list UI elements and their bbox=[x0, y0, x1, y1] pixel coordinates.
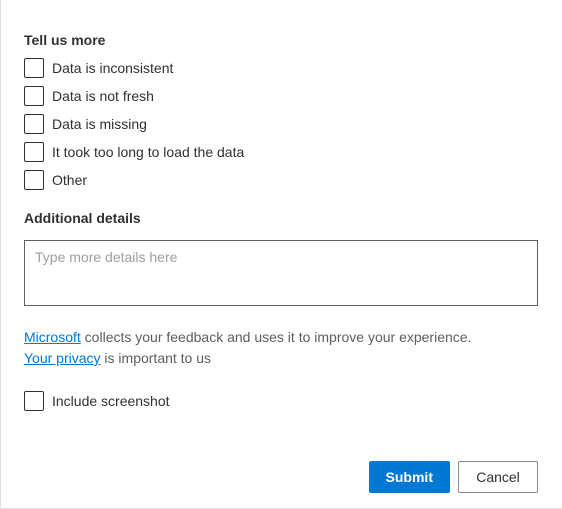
checkbox-icon[interactable] bbox=[24, 114, 44, 134]
option-data-missing[interactable]: Data is missing bbox=[24, 114, 538, 134]
panel-left-border bbox=[0, 0, 1, 509]
option-label: Other bbox=[52, 172, 87, 188]
section-title-additional-details: Additional details bbox=[24, 210, 538, 226]
submit-button[interactable]: Submit bbox=[369, 461, 450, 493]
checkbox-icon[interactable] bbox=[24, 391, 44, 411]
disclaimer-text: Microsoft collects your feedback and use… bbox=[24, 327, 538, 369]
cancel-button[interactable]: Cancel bbox=[458, 461, 538, 493]
section-title-tell-us-more: Tell us more bbox=[24, 32, 538, 48]
option-other[interactable]: Other bbox=[24, 170, 538, 190]
checkbox-icon[interactable] bbox=[24, 142, 44, 162]
feedback-panel: Tell us more Data is inconsistent Data i… bbox=[0, 0, 562, 431]
screenshot-label: Include screenshot bbox=[52, 393, 170, 409]
option-label: Data is inconsistent bbox=[52, 60, 173, 76]
include-screenshot-option[interactable]: Include screenshot bbox=[24, 391, 538, 411]
option-too-long[interactable]: It took too long to load the data bbox=[24, 142, 538, 162]
checkbox-icon[interactable] bbox=[24, 86, 44, 106]
option-label: It took too long to load the data bbox=[52, 144, 244, 160]
disclaimer-part2: is important to us bbox=[101, 350, 212, 366]
option-data-not-fresh[interactable]: Data is not fresh bbox=[24, 86, 538, 106]
microsoft-link[interactable]: Microsoft bbox=[24, 329, 81, 345]
additional-details-input[interactable] bbox=[24, 240, 538, 306]
checkbox-icon[interactable] bbox=[24, 58, 44, 78]
privacy-link[interactable]: Your privacy bbox=[24, 350, 101, 366]
option-label: Data is not fresh bbox=[52, 88, 154, 104]
footer-buttons: Submit Cancel bbox=[369, 461, 538, 493]
option-data-inconsistent[interactable]: Data is inconsistent bbox=[24, 58, 538, 78]
checkbox-icon[interactable] bbox=[24, 170, 44, 190]
disclaimer-part1: collects your feedback and uses it to im… bbox=[81, 329, 472, 345]
option-label: Data is missing bbox=[52, 116, 147, 132]
